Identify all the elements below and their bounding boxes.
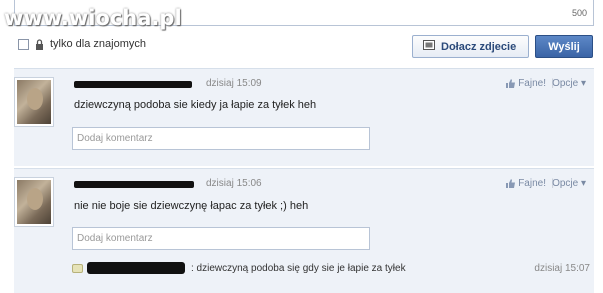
options-menu[interactable]: Opcje ▾ [552,78,586,89]
like-label: Fajne! [518,78,546,89]
post-time: dzisiaj 15:09 [206,78,262,89]
thumbs-up-icon [506,179,516,188]
friends-only-label: tylko dla znajomych [50,38,146,50]
post-time: dzisiaj 15:06 [206,178,262,189]
author-name-redacted[interactable] [74,181,194,188]
comment-bubble-icon [72,263,83,273]
post: dzisiaj 15:06 Fajne! | Opcje ▾ nie nie b… [14,168,594,293]
reply-comment: : dziewczyną podoba się gdy sie je łapie… [72,258,594,278]
reply-text: : dziewczyną podoba się gdy sie je łapie… [191,262,406,274]
attach-photo-label: Dołacz zdjecie [441,40,517,53]
comment-input[interactable]: Dodaj komentarz [72,127,370,150]
comment-input[interactable]: Dodaj komentarz [72,227,370,250]
like-link[interactable]: Fajne! [506,78,546,89]
post-text: nie nie boje sie dziewczynę łapac za tył… [74,200,309,212]
lock-icon [35,38,44,50]
thumbs-up-icon [506,79,516,88]
avatar[interactable] [14,77,54,127]
post-text: dziewczyną podoba sie kiedy ja łapie za … [74,99,317,111]
top-area: 500 www.wiocha.pl tylko dla znajomych Do… [0,0,603,64]
watermark: www.wiocha.pl [4,6,182,30]
friends-only-checkbox[interactable] [18,38,29,50]
like-label: Fajne! [518,178,546,189]
reply-author-redacted[interactable] [87,262,185,274]
author-name-redacted[interactable] [74,81,192,88]
options-label: Opcje [552,178,579,189]
attach-photo-button[interactable]: Dołacz zdjecie [412,35,529,58]
options-label: Opcje [552,78,579,89]
options-menu[interactable]: Opcje ▾ [552,178,586,189]
post: dzisiaj 15:09 Fajne! | Opcje ▾ dziewczyn… [14,68,594,166]
privacy-option: tylko dla znajomych [18,38,146,50]
avatar[interactable] [14,177,54,227]
character-counter: 500 [571,8,587,18]
reply-time: dzisiaj 15:07 [534,263,590,274]
send-button[interactable]: Wyślij [535,35,593,58]
like-link[interactable]: Fajne! [506,178,546,189]
photo-icon [423,40,435,53]
